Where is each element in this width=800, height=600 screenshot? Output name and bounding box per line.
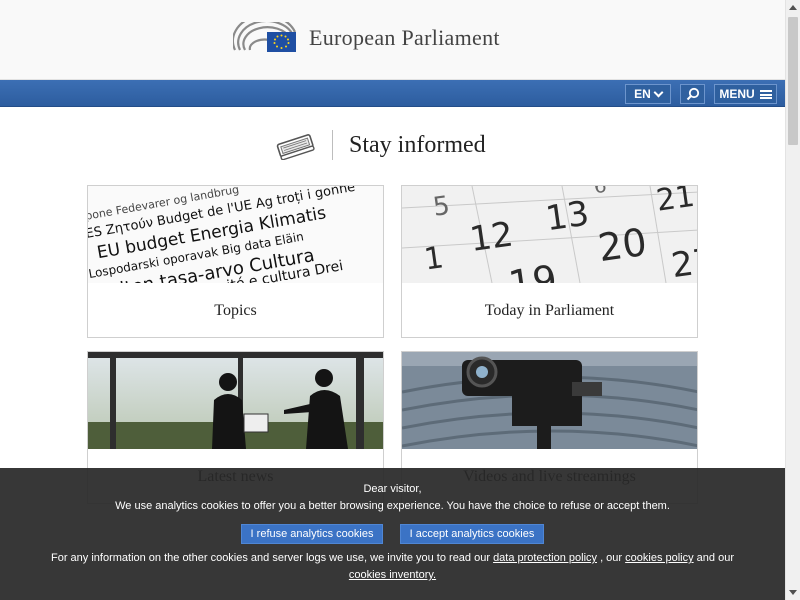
main-nav-bar: EN MENU: [0, 80, 785, 107]
scroll-up-arrow-icon[interactable]: [789, 5, 797, 10]
cookie-info-and: and our: [693, 552, 734, 564]
cookie-greeting: Dear visitor,: [363, 483, 422, 495]
scroll-down-arrow-icon[interactable]: [789, 590, 797, 595]
section-title: Stay informed: [349, 131, 486, 158]
card-label: Topics: [214, 301, 257, 319]
search-button[interactable]: [680, 84, 705, 104]
cookie-info-text: For any information on the other cookies…: [40, 550, 745, 584]
data-protection-policy-link[interactable]: data protection policy: [493, 552, 597, 564]
language-selector[interactable]: EN: [625, 84, 671, 104]
card-image-camera-hemicycle: [402, 352, 697, 449]
card-image-words-collage: Lepone Fedevarer og landbrug ES Ζητούν B…: [88, 186, 383, 283]
scrollbar-thumb[interactable]: [788, 17, 798, 145]
cookie-info-separator: , our: [597, 552, 626, 564]
ep-hemicycle-logo-icon: [233, 22, 296, 52]
chevron-down-icon: [653, 87, 664, 97]
section-divider: [332, 130, 333, 160]
svg-text:6: 6: [592, 186, 608, 198]
site-title: European Parliament: [309, 25, 500, 50]
hamburger-icon: [759, 89, 772, 99]
card-image-interview-silhouettes: [88, 352, 383, 449]
section-heading: Stay informed: [274, 130, 486, 160]
card-label: Today in Parliament: [484, 301, 615, 319]
cookie-message: We use analytics cookies to offer you a …: [115, 500, 670, 512]
page-scrollbar[interactable]: [785, 0, 800, 600]
card-topics[interactable]: Lepone Fedevarer og landbrug ES Ζητούν B…: [87, 185, 384, 338]
card-today-in-parliament[interactable]: 5 6 1 12 13 21 19 20 27 Today in Parliam…: [401, 185, 698, 338]
cookie-info-prefix: For any information on the other cookies…: [50, 552, 490, 564]
site-logo[interactable]: European Parliament: [233, 22, 500, 54]
cookies-inventory-link[interactable]: cookies inventory.: [349, 569, 436, 581]
language-label: EN: [634, 87, 651, 101]
search-icon: [686, 87, 699, 101]
menu-label: MENU: [719, 87, 755, 101]
svg-text:13: 13: [543, 194, 591, 240]
menu-button[interactable]: MENU: [714, 84, 777, 104]
svg-text:21: 21: [654, 186, 697, 219]
svg-text:12: 12: [467, 214, 515, 260]
svg-text:20: 20: [595, 220, 649, 270]
newspaper-icon: [276, 134, 315, 160]
svg-text:27: 27: [669, 241, 697, 283]
refuse-analytics-cookies-button[interactable]: I refuse analytics cookies: [241, 524, 383, 544]
cookies-policy-link[interactable]: cookies policy: [625, 552, 693, 564]
site-header: European Parliament: [0, 0, 785, 80]
accept-analytics-cookies-button[interactable]: I accept analytics cookies: [400, 524, 544, 544]
cookie-banner: Dear visitor, We use analytics cookies t…: [0, 468, 785, 600]
card-image-calendar-closeup: 5 6 1 12 13 21 19 20 27: [402, 186, 697, 283]
